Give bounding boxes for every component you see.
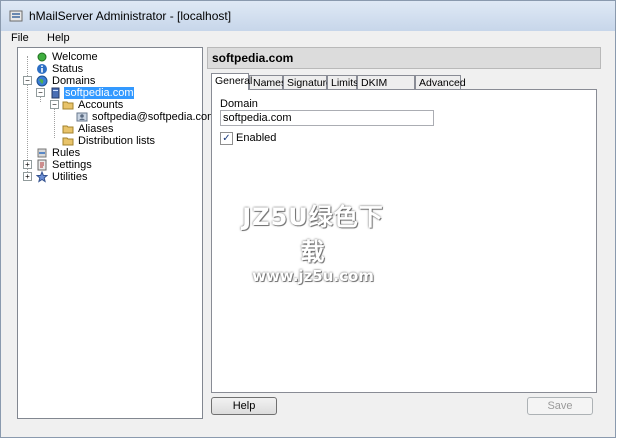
enabled-label[interactable]: Enabled xyxy=(236,132,276,144)
help-button[interactable]: Help xyxy=(211,397,277,415)
rules-icon xyxy=(37,148,47,158)
collapse-accounts-icon[interactable]: − xyxy=(50,100,59,109)
folder-icon xyxy=(62,125,74,134)
title-bar[interactable]: hMailServer Administrator - [localhost] xyxy=(1,1,615,32)
tree-item-status[interactable]: Status xyxy=(36,63,84,75)
tree-item-domains[interactable]: Domains xyxy=(36,75,96,87)
menu-bar: File Help xyxy=(1,31,615,47)
app-icon xyxy=(9,10,23,22)
expand-utilities-icon[interactable]: + xyxy=(23,172,32,181)
tab-limits[interactable]: Limits xyxy=(327,75,358,89)
tree-item-settings[interactable]: Settings xyxy=(36,159,93,171)
folder-icon xyxy=(62,137,74,146)
content-header: softpedia.com xyxy=(207,47,601,69)
domain-label: Domain xyxy=(220,98,258,110)
tree-item-welcome[interactable]: Welcome xyxy=(36,51,99,63)
tree-item-aliases[interactable]: Aliases xyxy=(62,123,114,135)
menu-file[interactable]: File xyxy=(7,32,33,44)
domain-field[interactable]: softpedia.com xyxy=(220,110,434,126)
collapse-domains-icon[interactable]: − xyxy=(23,76,32,85)
folder-icon xyxy=(62,101,74,110)
tab-general-body: Domain softpedia.com ✓ Enabled xyxy=(211,89,597,393)
navigation-tree[interactable]: Welcome Status − Domains − softpedia.com… xyxy=(17,47,216,419)
welcome-icon xyxy=(37,52,47,62)
collapse-domain-icon[interactable]: − xyxy=(36,88,45,97)
tree-item-utilities[interactable]: Utilities xyxy=(36,171,88,183)
info-icon xyxy=(37,64,47,74)
tree-item-rules[interactable]: Rules xyxy=(36,147,81,159)
tab-dkim-signing[interactable]: DKIM Signing xyxy=(357,75,415,103)
user-account-icon xyxy=(76,112,88,122)
tree-connector xyxy=(54,104,55,138)
tab-names[interactable]: Names xyxy=(249,75,286,89)
expand-settings-icon[interactable]: + xyxy=(23,160,32,169)
window-title: hMailServer Administrator - [localhost] xyxy=(29,9,232,23)
tab-signature[interactable]: Signature xyxy=(283,75,332,89)
tree-item-accounts[interactable]: Accounts xyxy=(62,99,124,111)
tree-connector xyxy=(27,56,28,176)
app-window: hMailServer Administrator - [localhost] … xyxy=(0,0,616,438)
globe-icon xyxy=(36,75,48,87)
content-panel: softpedia.com General Names Signature Li… xyxy=(207,47,601,419)
tree-item-domain[interactable]: softpedia.com xyxy=(49,87,135,99)
star-icon xyxy=(36,171,48,183)
tab-general[interactable]: General xyxy=(211,73,252,90)
menu-help[interactable]: Help xyxy=(43,32,74,44)
tree-item-account[interactable]: softpedia@softpedia.com xyxy=(76,111,217,123)
settings-icon xyxy=(37,159,47,171)
tab-advanced[interactable]: Advanced xyxy=(415,75,466,89)
save-button[interactable]: Save xyxy=(527,397,593,415)
tree-item-distribution-lists[interactable]: Distribution lists xyxy=(62,135,156,147)
enabled-checkbox[interactable]: ✓ xyxy=(220,132,233,145)
server-icon xyxy=(51,87,60,99)
